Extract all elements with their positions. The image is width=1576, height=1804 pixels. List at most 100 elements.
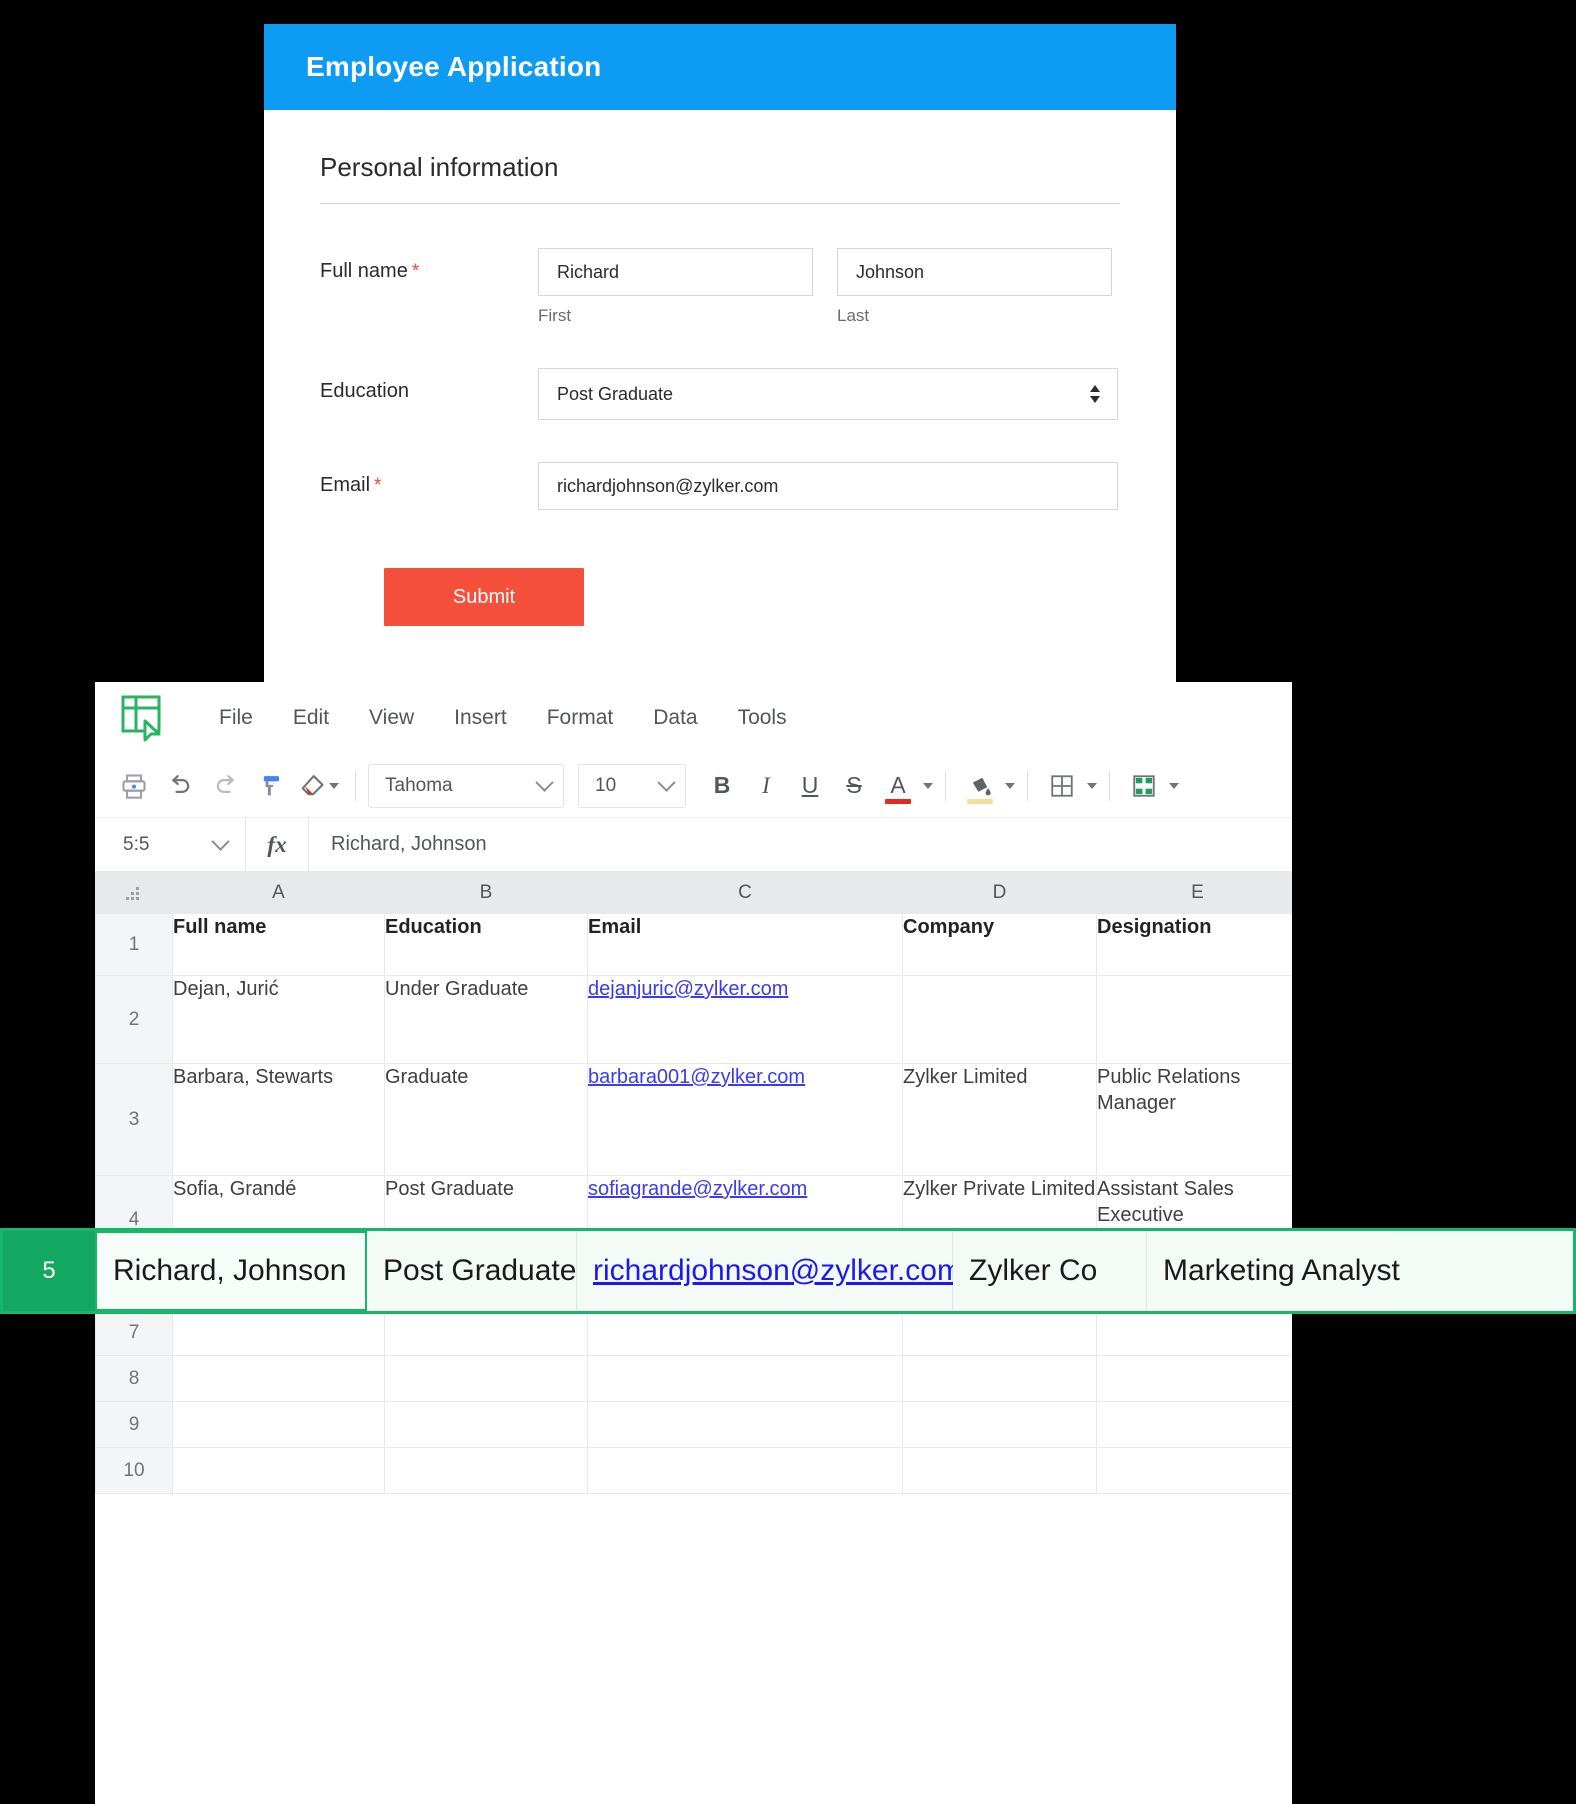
row-header-2[interactable]: 2 (95, 975, 173, 1064)
cell-E8[interactable] (1096, 1355, 1292, 1402)
table-row[interactable]: 9 (95, 1401, 1292, 1448)
underline-button[interactable]: U (788, 764, 832, 808)
clear-formatting-icon[interactable] (297, 765, 339, 807)
cell-C2[interactable]: dejanjuric@zylker.com (587, 975, 903, 1064)
column-header-d[interactable]: D (902, 872, 1097, 914)
selected-cell-designation[interactable]: Marketing Analyst (1147, 1231, 1400, 1311)
table-row[interactable]: 7 (95, 1309, 1292, 1356)
paint-format-icon[interactable] (251, 765, 293, 807)
font-family-select[interactable]: Tahoma (368, 763, 564, 808)
selected-row-number[interactable]: 5 (3, 1231, 95, 1311)
selected-cell-fullname[interactable]: Richard, Johnson (95, 1231, 367, 1311)
chevron-down-icon[interactable] (1005, 782, 1015, 789)
cell-C7[interactable] (587, 1309, 903, 1356)
formula-input[interactable]: Richard, Johnson (309, 833, 1292, 856)
italic-button[interactable]: I (744, 764, 788, 808)
cell-B2[interactable]: Under Graduate (384, 975, 588, 1064)
bold-button[interactable]: B (700, 764, 744, 808)
email-link[interactable]: dejanjuric@zylker.com (588, 978, 788, 1000)
row-header-7[interactable]: 7 (95, 1309, 173, 1356)
cell-A3[interactable]: Barbara, Stewarts (172, 1063, 385, 1176)
cell-E2[interactable] (1096, 975, 1292, 1064)
email-link[interactable]: richardjohnson@zylker.com (593, 1254, 962, 1288)
selected-cell-education[interactable]: Post Graduate (367, 1231, 577, 1311)
cell-E1[interactable]: Designation (1096, 913, 1292, 976)
cell-D1[interactable]: Company (902, 913, 1097, 976)
font-size-select[interactable]: 10 (578, 763, 686, 808)
table-row[interactable]: 2 Dejan, Jurić Under Graduate dejanjuric@zy… (95, 975, 1292, 1064)
column-header-c[interactable]: C (587, 872, 903, 914)
email-link[interactable]: barbara001@zylker.com (588, 1066, 805, 1088)
column-header-e[interactable]: E (1096, 872, 1292, 914)
merge-cells-icon[interactable] (1122, 764, 1166, 808)
cell-D3[interactable]: Zylker Limited (902, 1063, 1097, 1176)
chevron-down-icon[interactable] (1169, 782, 1179, 789)
row-header-3[interactable]: 3 (95, 1063, 173, 1176)
undo-icon[interactable] (159, 765, 201, 807)
table-row[interactable]: 3 Barbara, Stewarts Graduate barbara001@zyl… (95, 1063, 1292, 1176)
menu-insert[interactable]: Insert (434, 700, 527, 736)
function-icon[interactable]: fx (245, 818, 309, 871)
cell-A2[interactable]: Dejan, Jurić (172, 975, 385, 1064)
email-input[interactable] (538, 462, 1118, 510)
menu-data[interactable]: Data (633, 700, 717, 736)
cell-B1[interactable]: Education (384, 913, 588, 976)
menu-edit[interactable]: Edit (273, 700, 349, 736)
cell-D10[interactable] (902, 1447, 1097, 1494)
print-icon[interactable] (113, 765, 155, 807)
redo-icon[interactable] (205, 765, 247, 807)
cell-B3[interactable]: Graduate (384, 1063, 588, 1176)
chevron-down-icon[interactable] (1087, 782, 1097, 789)
row-header-10[interactable]: 10 (95, 1447, 173, 1494)
borders-icon[interactable] (1040, 764, 1084, 808)
menu-file[interactable]: File (199, 700, 273, 736)
menu-view[interactable]: View (349, 700, 434, 736)
column-header-b[interactable]: B (384, 872, 588, 914)
column-header-a[interactable]: A (172, 872, 385, 914)
select-all-corner[interactable] (95, 872, 173, 914)
cell-D7[interactable] (902, 1309, 1097, 1356)
cell-B7[interactable] (384, 1309, 588, 1356)
cell-C9[interactable] (587, 1401, 903, 1448)
selected-cell-email[interactable]: richardjohnson@zylker.com (577, 1231, 962, 1311)
cell-A7[interactable] (172, 1309, 385, 1356)
education-select[interactable]: Post Graduate (538, 368, 1118, 420)
cell-C10[interactable] (587, 1447, 903, 1494)
cell-B10[interactable] (384, 1447, 588, 1494)
cell-B9[interactable] (384, 1401, 588, 1448)
submit-button[interactable]: Submit (384, 568, 584, 626)
cell-E3[interactable]: Public Relations Manager (1096, 1063, 1292, 1176)
cell-A1[interactable]: Full name (172, 913, 385, 976)
email-link[interactable]: sofiagrande@zylker.com (588, 1178, 807, 1200)
cell-C8[interactable] (587, 1355, 903, 1402)
cell-B8[interactable] (384, 1355, 588, 1402)
row-header-1[interactable]: 1 (95, 913, 173, 976)
table-row[interactable]: 8 (95, 1355, 1292, 1402)
cell-D2[interactable] (902, 975, 1097, 1064)
chevron-down-icon[interactable] (923, 782, 933, 789)
cell-E10[interactable] (1096, 1447, 1292, 1494)
menu-format[interactable]: Format (527, 700, 634, 736)
cell-E9[interactable] (1096, 1401, 1292, 1448)
strikethrough-button[interactable]: S (832, 764, 876, 808)
row-header-8[interactable]: 8 (95, 1355, 173, 1402)
cell-E7[interactable] (1096, 1309, 1292, 1356)
selected-row-5[interactable]: 5 Richard, Johnson Post Graduate richard… (0, 1228, 1576, 1314)
cell-C1[interactable]: Email (587, 913, 903, 976)
cell-A10[interactable] (172, 1447, 385, 1494)
last-name-input[interactable] (837, 248, 1112, 296)
row-header-9[interactable]: 9 (95, 1401, 173, 1448)
first-name-input[interactable] (538, 248, 813, 296)
cell-A8[interactable] (172, 1355, 385, 1402)
table-row[interactable]: 1 Full name Education Email Company Designati… (95, 913, 1292, 976)
table-row[interactable]: 10 (95, 1447, 1292, 1494)
cell-D9[interactable] (902, 1401, 1097, 1448)
fill-color-button[interactable] (958, 764, 1002, 808)
selected-cell-company[interactable]: Zylker Co (953, 1231, 1147, 1311)
cell-D8[interactable] (902, 1355, 1097, 1402)
text-color-button[interactable]: A (876, 764, 920, 808)
cell-reference-box[interactable]: 5:5 (95, 832, 245, 856)
cell-A9[interactable] (172, 1401, 385, 1448)
cell-C3[interactable]: barbara001@zylker.com (587, 1063, 903, 1176)
menu-tools[interactable]: Tools (718, 700, 807, 736)
